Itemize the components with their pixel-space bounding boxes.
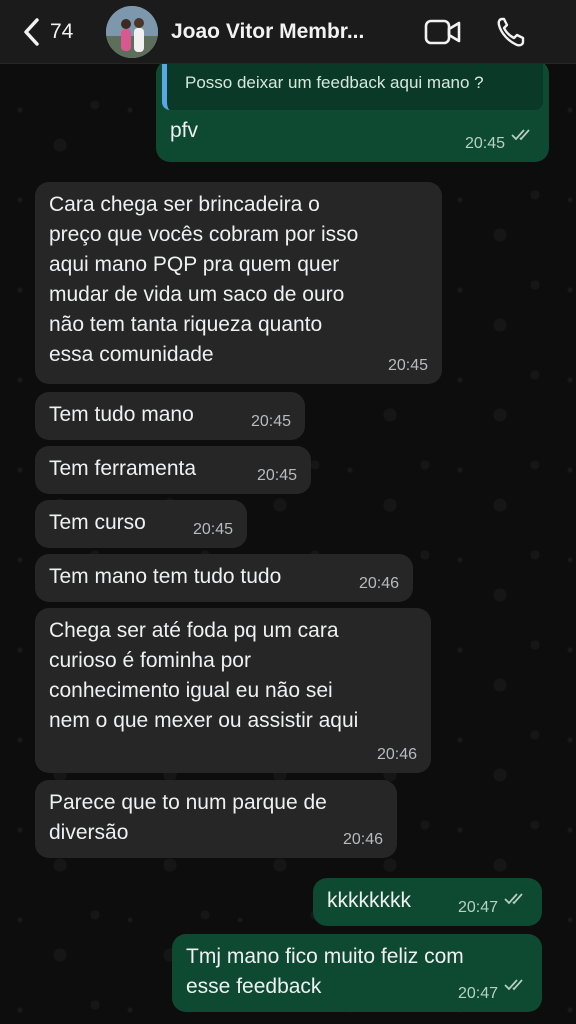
outgoing-message[interactable]: Tmj mano fico muito feliz com esse feedb… [172,934,542,1012]
message-line: curioso é fominha por [49,649,251,672]
message-text: pfv [170,119,199,142]
message-line: mudar de vida um saco de ouro [49,283,345,306]
message-line: nem o que mexer ou assistir aqui [49,709,359,732]
message-line: Chega ser até foda pq um cara [49,619,339,642]
chevron-left-icon [22,17,40,47]
message-time: 20:47 [457,899,498,916]
incoming-message[interactable]: Tem ferramenta 20:45 [35,446,311,494]
message-time: 20:45 [192,521,233,538]
incoming-message[interactable]: Tem tudo mano 20:45 [35,392,305,440]
message-line: Cara chega ser brincadeira o [49,193,320,216]
read-ticks-icon [511,121,535,151]
message-time: 20:45 [250,413,291,430]
avatar[interactable] [106,5,158,58]
incoming-message[interactable]: Parece que to num parque de diversão 20:… [35,780,397,858]
incoming-message[interactable]: Tem curso 20:45 [35,500,247,548]
message-time: 20:46 [358,575,399,592]
message-line: aqui mano PQP pra quem quer [49,253,340,276]
incoming-message[interactable]: Chega ser até foda pq um cara curioso é … [35,608,431,773]
message-time: 20:45 [256,467,297,484]
message-time: 20:46 [342,831,383,848]
video-call-icon[interactable] [424,18,462,51]
contact-name[interactable]: Joao Vitor Membr... [171,20,403,44]
message-time: 20:47 [457,985,498,1002]
message-line: Parece que to num parque de [49,791,327,814]
message-line: não tem tanta riqueza quanto [49,313,323,336]
message-time: 20:45 [387,357,428,374]
phone-icon[interactable] [496,16,526,53]
message-line: diversão [49,821,129,844]
incoming-message[interactable]: Tem mano tem tudo tudo 20:46 [35,554,413,602]
message-time: 20:45 [464,135,505,152]
message-time: 20:46 [376,746,417,763]
message-text: Tem mano tem tudo tudo [49,565,282,588]
read-ticks-icon [504,885,528,915]
message-line: preço que vocês cobram por isso [49,223,359,246]
message-line: essa comunidade [49,343,214,366]
message-line: conhecimento igual eu não sei [49,679,333,702]
quoted-text: Posso deixar um feedback aqui mano ? [185,73,484,92]
chat-header: 74 Joao Vitor Membr... [0,0,576,64]
message-list[interactable]: Posso deixar um feedback aqui mano ? pfv… [0,50,576,1024]
back-button[interactable]: 74 [22,17,104,47]
message-line: Tmj mano fico muito feliz com [186,945,464,968]
unread-count: 74 [50,19,74,43]
outgoing-message[interactable]: kkkkkkkk 20:47 [313,878,542,926]
outgoing-message[interactable]: Posso deixar um feedback aqui mano ? pfv… [156,50,549,162]
read-ticks-icon [504,971,528,1001]
incoming-message[interactable]: Cara chega ser brincadeira o preço que v… [35,182,442,384]
